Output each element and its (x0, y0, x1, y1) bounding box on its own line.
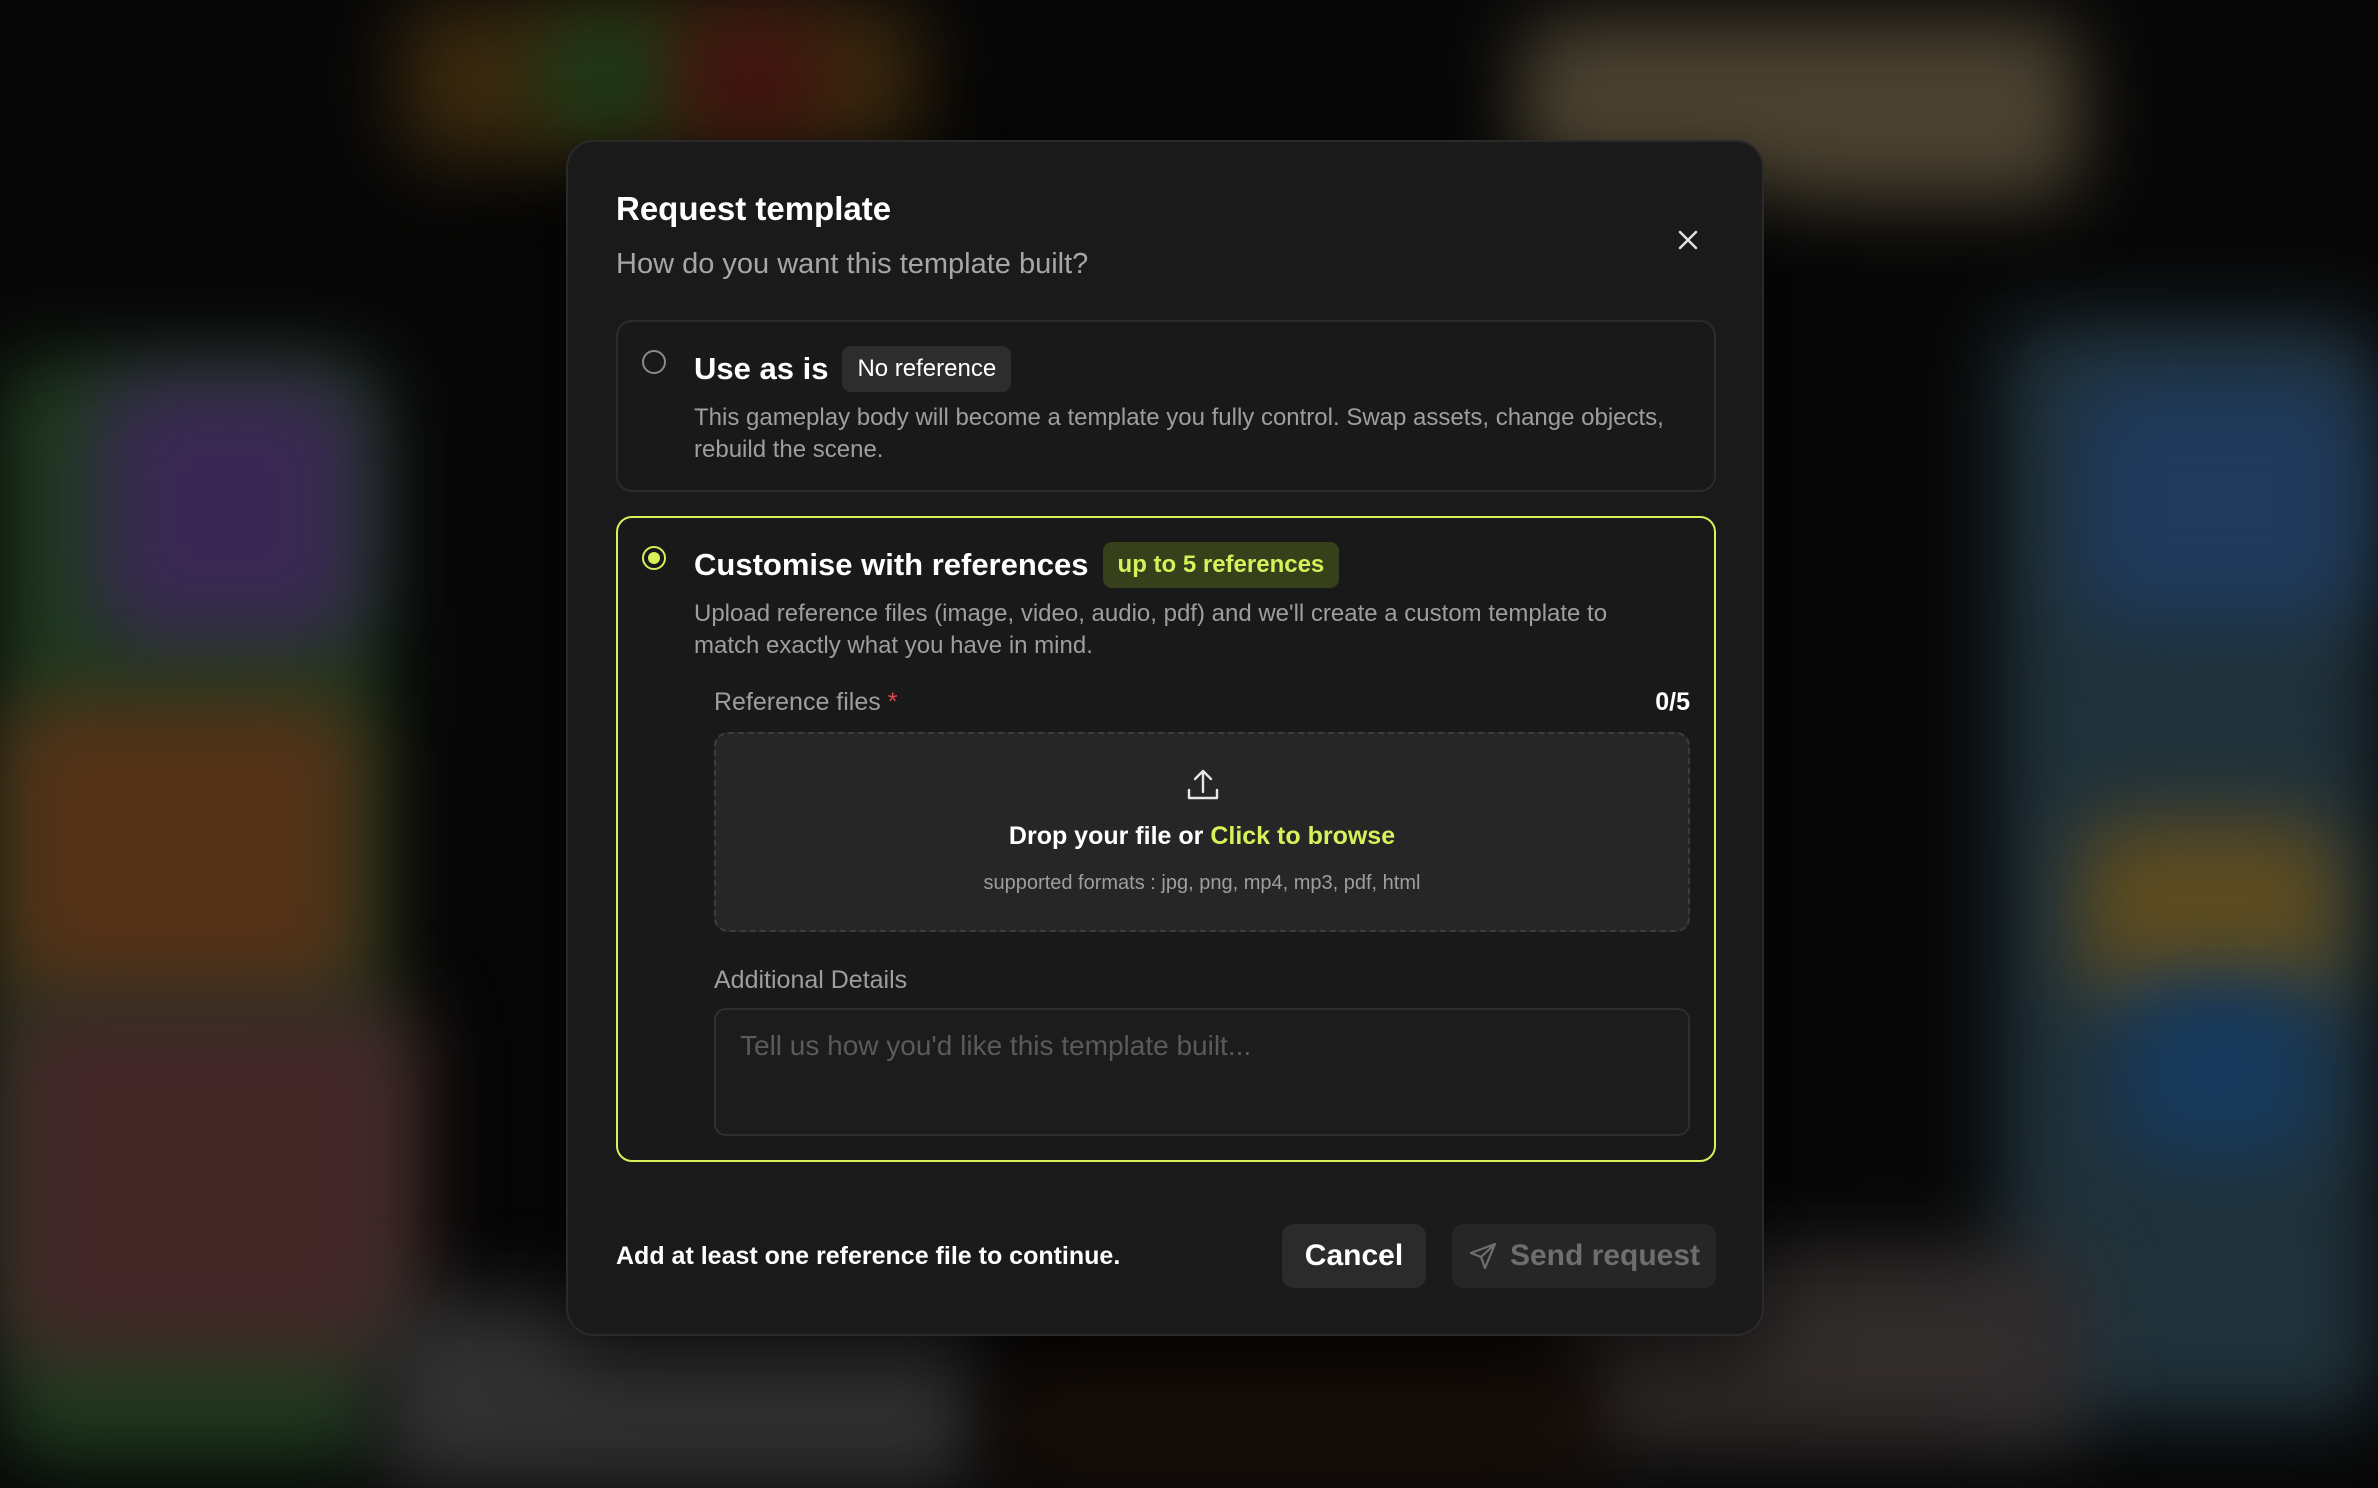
file-dropzone[interactable]: Drop your file or Click to browse suppor… (714, 732, 1690, 932)
upload-icon (1187, 769, 1219, 800)
radio-customise-with-references[interactable] (642, 546, 666, 570)
option-use-as-is[interactable]: Use as is No reference This gameplay bod… (616, 320, 1716, 492)
option-title: Customise with references (694, 547, 1089, 582)
drop-text-label: Drop your file or (1008, 822, 1204, 850)
reference-files-label-text: Reference files (714, 688, 881, 716)
additional-details-input[interactable] (714, 1008, 1690, 1136)
option-title: Use as is (694, 351, 829, 386)
required-mark: * (887, 688, 898, 716)
close-icon (1678, 230, 1698, 250)
validation-message: Add at least one reference file to conti… (616, 1242, 1121, 1270)
request-template-dialog: Request template How do you want this te… (566, 140, 1764, 1336)
drop-text: Drop your file or Click to browse (716, 822, 1688, 851)
send-icon (1469, 1242, 1497, 1270)
cancel-button-label: Cancel (1304, 1239, 1404, 1272)
reference-count: 0/5 (1655, 688, 1690, 716)
close-button[interactable] (1668, 220, 1708, 260)
dialog-subtitle: How do you want this template built? (616, 248, 1089, 280)
radio-selected-dot (648, 552, 660, 564)
no-reference-badge: No reference (842, 346, 1012, 392)
reference-files-label: Reference files * (714, 688, 897, 717)
supported-formats: supported formats : jpg, png, mp4, mp3, … (983, 872, 1421, 894)
cancel-button[interactable]: Cancel (1282, 1224, 1426, 1288)
option-description: This gameplay body will become a templat… (694, 404, 1664, 463)
send-request-button[interactable]: Send request (1452, 1224, 1716, 1288)
dialog-title: Request template (616, 190, 892, 227)
option-customise-with-references[interactable]: Customise with references up to 5 refere… (616, 516, 1716, 1162)
send-request-label: Send request (1509, 1239, 1701, 1272)
references-limit-badge: up to 5 references (1102, 542, 1340, 588)
click-to-browse-link[interactable]: Click to browse (1210, 822, 1395, 850)
option-description: Upload reference files (image, video, au… (694, 600, 1608, 659)
additional-details-label: Additional Details (714, 966, 908, 994)
radio-use-as-is[interactable] (642, 350, 666, 374)
